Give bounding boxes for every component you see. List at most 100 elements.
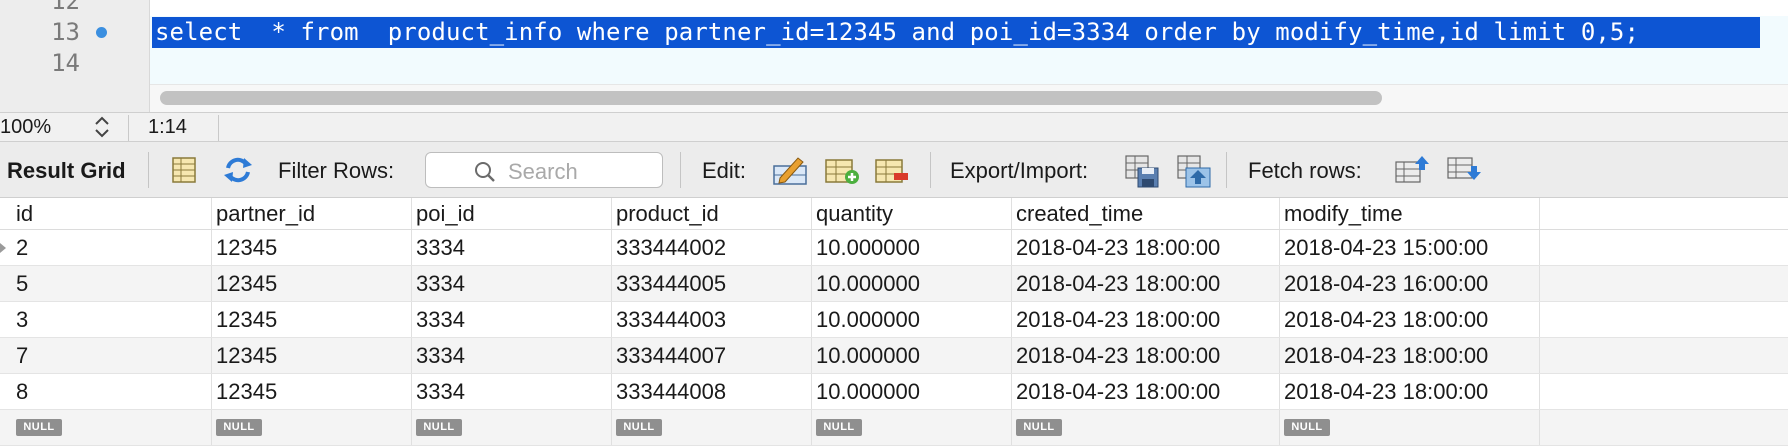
export-import-label: Export/Import: [950, 158, 1089, 183]
filter-rows-label: Filter Rows: [278, 158, 395, 183]
current-statement-dot-icon[interactable] [96, 27, 107, 38]
null-badge: NULL [16, 419, 62, 436]
column-header-modify-time[interactable]: modify_time [1280, 198, 1540, 229]
grid-layout-icon[interactable] [168, 154, 200, 186]
table-row[interactable]: 2 12345 3334 333444002 10.000000 2018-04… [0, 230, 1788, 266]
cell-quantity[interactable]: 10.000000 [812, 338, 1012, 373]
status-divider [218, 115, 219, 141]
cell-modify-time[interactable]: 2018-04-23 18:00:00 [1280, 374, 1540, 409]
status-divider [128, 115, 129, 141]
cell-created-time[interactable]: 2018-04-23 18:00:00 [1012, 374, 1280, 409]
cell-product-id[interactable]: 333444005 [612, 266, 812, 301]
line-number-gutter: 12 13 14 [0, 0, 150, 112]
cell-product-id[interactable]: 333444008 [612, 374, 812, 409]
search-icon [475, 162, 495, 182]
edit-label: Edit: [702, 158, 747, 183]
cell-quantity[interactable]: 10.000000 [812, 266, 1012, 301]
cell-id[interactable]: 7 [12, 338, 212, 373]
export-icon[interactable] [1124, 154, 1159, 188]
cell-modify-time[interactable]: 2018-04-23 18:00:00 [1280, 338, 1540, 373]
result-grid-label[interactable]: Result Grid [7, 158, 126, 184]
sql-editor[interactable]: 12 13 14 select * from product_info wher… [0, 0, 1788, 112]
cell-partner-id[interactable]: 12345 [212, 338, 412, 373]
grid-header-row: id partner_id poi_id product_id quantity… [0, 198, 1788, 230]
cell-product-id[interactable]: 333444002 [612, 230, 812, 265]
cell-product-id[interactable]: 333444003 [612, 302, 812, 337]
fetch-next-icon[interactable] [1394, 154, 1429, 186]
editor-status-bar: 100% 1:14 [0, 112, 1788, 142]
cell-poi-id[interactable]: 3334 [412, 230, 612, 265]
cell-quantity[interactable]: 10.000000 [812, 374, 1012, 409]
current-row-marker-icon [0, 243, 6, 253]
line-number-14: 14 [51, 49, 80, 77]
cell-id[interactable]: 2 [12, 230, 212, 265]
table-row[interactable]: 8 12345 3334 333444008 10.000000 2018-04… [0, 374, 1788, 410]
cell-partner-id[interactable]: 12345 [212, 302, 412, 337]
cell-id[interactable]: 8 [12, 374, 212, 409]
edit-row-icon[interactable] [772, 154, 807, 186]
table-row[interactable]: 7 12345 3334 333444007 10.000000 2018-04… [0, 338, 1788, 374]
cell-poi-id[interactable]: 3334 [412, 374, 612, 409]
cell-created-time[interactable]: 2018-04-23 18:00:00 [1012, 230, 1280, 265]
null-cell[interactable]: NULL [612, 410, 812, 445]
cell-quantity[interactable]: 10.000000 [812, 302, 1012, 337]
null-badge: NULL [816, 419, 862, 436]
cell-created-time[interactable]: 2018-04-23 18:00:00 [1012, 302, 1280, 337]
column-header-id[interactable]: id [12, 198, 212, 229]
scrollbar-thumb[interactable] [160, 91, 1382, 105]
cell-partner-id[interactable]: 12345 [212, 374, 412, 409]
cell-poi-id[interactable]: 3334 [412, 302, 612, 337]
null-cell[interactable]: NULL [12, 410, 212, 445]
result-grid[interactable]: id partner_id poi_id product_id quantity… [0, 198, 1788, 448]
cell-id[interactable]: 3 [12, 302, 212, 337]
null-cell[interactable]: NULL [1280, 410, 1540, 445]
column-header-partner-id[interactable]: partner_id [212, 198, 412, 229]
cell-poi-id[interactable]: 3334 [412, 338, 612, 373]
cell-modify-time[interactable]: 2018-04-23 18:00:00 [1280, 302, 1540, 337]
cell-modify-time[interactable]: 2018-04-23 15:00:00 [1280, 230, 1540, 265]
cell-modify-time[interactable]: 2018-04-23 16:00:00 [1280, 266, 1540, 301]
line-number-13: 13 [51, 18, 80, 46]
import-icon[interactable] [1176, 154, 1211, 188]
cell-product-id[interactable]: 333444007 [612, 338, 812, 373]
null-badge: NULL [416, 419, 462, 436]
zoom-stepper-icon[interactable] [92, 115, 112, 139]
result-toolbar: Result Grid Filter Rows: Search Edit: Ex… [0, 142, 1788, 198]
sql-query-selected[interactable]: select * from product_info where partner… [152, 17, 1760, 48]
cell-quantity[interactable]: 10.000000 [812, 230, 1012, 265]
null-badge: NULL [216, 419, 262, 436]
refresh-icon[interactable] [222, 154, 254, 186]
horizontal-scrollbar[interactable] [150, 84, 1788, 112]
toolbar-divider [680, 152, 681, 188]
null-cell[interactable]: NULL [812, 410, 1012, 445]
cell-created-time[interactable]: 2018-04-23 18:00:00 [1012, 338, 1280, 373]
fetch-all-icon[interactable] [1446, 154, 1481, 186]
column-header-quantity[interactable]: quantity [812, 198, 1012, 229]
null-cell[interactable]: NULL [1012, 410, 1280, 445]
table-row[interactable]: 3 12345 3334 333444003 10.000000 2018-04… [0, 302, 1788, 338]
code-line-12 [150, 0, 1788, 16]
delete-row-icon[interactable] [874, 154, 908, 186]
add-row-icon[interactable] [824, 154, 859, 186]
cell-id[interactable]: 5 [12, 266, 212, 301]
column-header-product-id[interactable]: product_id [612, 198, 812, 229]
table-row[interactable]: 5 12345 3334 333444005 10.000000 2018-04… [0, 266, 1788, 302]
cursor-position: 1:14 [148, 116, 187, 138]
cell-partner-id[interactable]: 12345 [212, 266, 412, 301]
null-badge: NULL [616, 419, 662, 436]
cell-created-time[interactable]: 2018-04-23 18:00:00 [1012, 266, 1280, 301]
null-cell[interactable]: NULL [412, 410, 612, 445]
cell-poi-id[interactable]: 3334 [412, 266, 612, 301]
null-cell[interactable]: NULL [212, 410, 412, 445]
fetch-rows-label: Fetch rows: [1248, 158, 1362, 183]
line-number-12: 12 [51, 0, 80, 15]
toolbar-divider [1226, 152, 1227, 188]
toolbar-divider [148, 152, 149, 188]
new-row-placeholder[interactable]: NULL NULL NULL NULL NULL NULL NULL [0, 410, 1788, 446]
null-badge: NULL [1016, 419, 1062, 436]
column-header-poi-id[interactable]: poi_id [412, 198, 612, 229]
cell-partner-id[interactable]: 12345 [212, 230, 412, 265]
toolbar-divider [930, 152, 931, 188]
column-header-created-time[interactable]: created_time [1012, 198, 1280, 229]
filter-rows-search-input[interactable]: Search [425, 152, 663, 188]
